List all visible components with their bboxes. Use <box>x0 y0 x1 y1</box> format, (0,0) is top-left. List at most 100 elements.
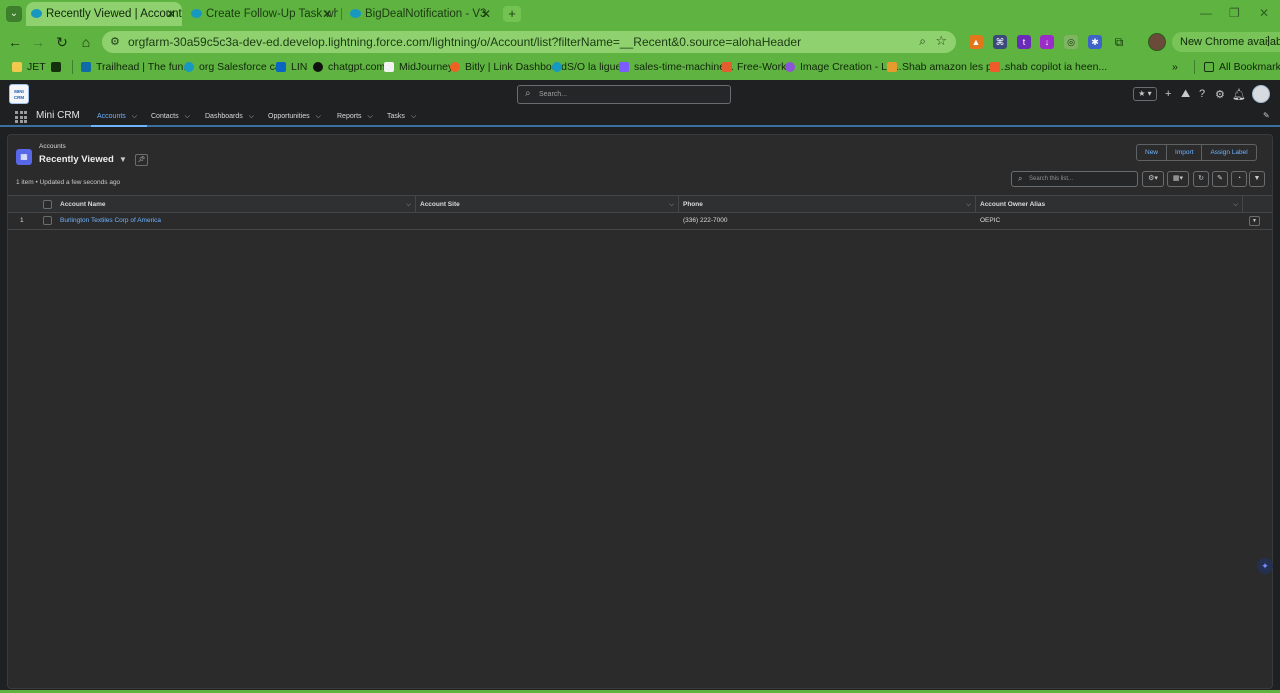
object-breadcrumb[interactable]: Accounts <box>39 143 66 150</box>
bookmark-midjourney[interactable]: MidJourney <box>384 59 453 75</box>
extension-icon[interactable]: ⌘ <box>993 35 1007 49</box>
bookmark-star-icon[interactable]: ☆ <box>935 33 947 49</box>
all-bookmarks[interactable]: All Bookmarks <box>1204 59 1280 75</box>
bookmark-shab-amazon[interactable]: Shab amazon les ph... <box>887 59 1006 75</box>
row-actions-chevron-icon[interactable]: ▼ <box>1249 216 1260 226</box>
url-text[interactable]: orgfarm-30a59c5c3a-dev-ed.develop.lightn… <box>128 31 801 53</box>
profile-avatar[interactable] <box>1148 33 1166 51</box>
new-tab-button[interactable]: + <box>503 6 521 22</box>
tab-big-deal-notification[interactable]: BigDealNotification - V3 ✕ <box>345 2 497 26</box>
more-menu-icon[interactable]: ⋮ <box>1262 33 1275 49</box>
edit-nav-pencil-icon[interactable]: ✎ <box>1263 111 1270 120</box>
bookmark-jet[interactable]: JET <box>12 59 46 75</box>
tab-title: Recently Viewed | Accounts | S <box>46 8 182 20</box>
new-button[interactable]: New <box>1136 144 1168 161</box>
nav-item-label: Reports <box>337 113 362 120</box>
extension-icon[interactable]: ✱ <box>1088 35 1102 49</box>
bookmark-chatgpt[interactable]: chatgpt.com <box>313 59 385 75</box>
extensions-puzzle-icon[interactable]: ⧉ <box>1112 35 1126 49</box>
column-label: Phone <box>683 201 703 208</box>
list-view-picker-chevron-icon[interactable]: ▼ <box>119 155 127 164</box>
bookmark-sales-time-machine[interactable]: sales-time-machine... <box>619 59 734 75</box>
nav-item-accounts[interactable]: Accounts ⌵ <box>91 107 147 127</box>
nav-item-reports[interactable]: Reports ⌵ <box>337 107 373 127</box>
chevron-down-icon[interactable]: ⌵ <box>966 196 971 213</box>
list-settings-gear-icon[interactable]: ⚙▾ <box>1142 171 1164 187</box>
chevron-down-icon[interactable]: ⌵ <box>132 113 137 120</box>
chevron-down-icon[interactable]: ⌵ <box>368 113 373 120</box>
row-checkbox[interactable] <box>43 216 52 225</box>
nav-item-opportunities[interactable]: Opportunities ⌵ <box>268 107 321 127</box>
global-search-input[interactable]: ⌕ Search... <box>517 85 731 104</box>
close-window-icon[interactable]: ✕ <box>1259 6 1269 20</box>
tab-create-follow-up[interactable]: Create Follow-Up Task when Cl ✕ <box>186 2 338 26</box>
chevron-down-icon[interactable]: ⌵ <box>316 113 321 120</box>
column-header-phone[interactable]: Phone ⌵ <box>683 196 976 213</box>
reload-icon[interactable]: ↻ <box>53 33 71 51</box>
extension-icon[interactable]: ◎ <box>1064 35 1078 49</box>
chevron-down-icon[interactable]: ⌵ <box>411 113 416 120</box>
back-icon[interactable]: ← <box>6 33 24 51</box>
select-all-checkbox[interactable] <box>43 200 52 209</box>
salesforce-cloud-icon <box>184 62 194 72</box>
bookmark-lin[interactable]: LIN <box>276 59 307 75</box>
nav-item-contacts[interactable]: Contacts ⌵ <box>151 107 190 127</box>
site-info-icon[interactable]: ⚙ <box>110 35 120 48</box>
favorites-icon[interactable]: ★ ▾ <box>1133 87 1157 101</box>
help-icon[interactable]: ? <box>1199 88 1205 100</box>
extension-icon[interactable]: t <box>1017 35 1031 49</box>
maximize-icon[interactable]: ❐ <box>1229 6 1240 20</box>
chevron-down-icon[interactable]: ⌵ <box>185 113 190 120</box>
bookmark-image-creation[interactable]: Image Creation - Le... <box>785 59 902 75</box>
nav-item-dashboards[interactable]: Dashboards ⌵ <box>205 107 254 127</box>
close-icon[interactable]: ✕ <box>481 2 491 26</box>
chevron-down-icon[interactable]: ⌵ <box>1233 196 1238 213</box>
bookmark-so-la-ligue[interactable]: S/O la ligue <box>552 59 621 75</box>
tab-search-icon[interactable]: ⌄ <box>6 6 22 22</box>
home-icon[interactable]: ⌂ <box>77 33 95 51</box>
list-view-title[interactable]: Recently Viewed <box>39 154 114 165</box>
download-extension-icon[interactable]: ↓ <box>1040 35 1054 49</box>
user-avatar[interactable] <box>1252 85 1270 103</box>
account-name-link[interactable]: Burlington Textiles Corp of America <box>60 213 161 229</box>
agent-sparkle-icon[interactable]: ✦ <box>1257 558 1273 574</box>
column-header-account-site[interactable]: Account Site ⌵ <box>420 196 679 213</box>
chevron-down-icon[interactable]: ⌵ <box>406 196 411 213</box>
bookmark-trailhead[interactable]: Trailhead | The fun... <box>81 59 192 75</box>
bookmark-free-work[interactable]: Free-Work <box>722 59 786 75</box>
bookmark-bitly[interactable]: Bitly | Link Dashboard <box>450 59 567 75</box>
nav-item-tasks[interactable]: Tasks ⌵ <box>387 107 416 127</box>
import-button[interactable]: Import <box>1167 144 1203 161</box>
app-logo[interactable]: MINI CRM <box>9 84 29 104</box>
close-icon[interactable]: ✕ <box>166 2 176 26</box>
address-bar[interactable]: ⚙ orgfarm-30a59c5c3a-dev-ed.develop.ligh… <box>102 31 956 53</box>
tab-recently-viewed[interactable]: Recently Viewed | Accounts | S ✕ <box>26 2 182 26</box>
metamask-icon[interactable]: ▲ <box>969 35 983 49</box>
assign-label-button[interactable]: Assign Label <box>1202 144 1257 161</box>
bookmark-apps[interactable] <box>51 59 62 75</box>
minimize-icon[interactable]: — <box>1200 6 1212 20</box>
edit-list-pencil-icon[interactable]: ✎ <box>1212 171 1228 187</box>
app-launcher-icon[interactable] <box>15 111 27 123</box>
pin-list-icon[interactable]: 📌︎ <box>135 154 148 166</box>
global-actions-icon[interactable]: + <box>1165 88 1171 100</box>
trailhead-guidance-icon[interactable]: ⛰ <box>1181 88 1190 101</box>
filter-icon[interactable]: ▼ <box>1249 171 1265 187</box>
chevron-down-icon[interactable]: ⌵ <box>249 113 254 120</box>
list-search-input[interactable]: ⌕ Search this list... <box>1011 171 1138 187</box>
apps-grid-icon <box>51 62 61 72</box>
display-as-table-icon[interactable]: ▦▾ <box>1167 171 1189 187</box>
refresh-icon[interactable]: ↻ <box>1193 171 1209 187</box>
bookmark-org-salesforce[interactable]: org Salesforce cali <box>184 59 285 75</box>
chevron-down-icon[interactable]: ⌵ <box>669 196 674 213</box>
column-header-account-owner-alias[interactable]: Account Owner Alias ⌵ <box>980 196 1243 213</box>
zoom-icon[interactable]: ⌕ <box>919 34 926 49</box>
close-icon[interactable]: ✕ <box>322 2 332 26</box>
bookmark-shab-copilot[interactable]: shab copilot ia heen... <box>990 59 1107 75</box>
forward-icon[interactable]: → <box>29 33 47 51</box>
charts-icon[interactable]: ◔ <box>1231 171 1247 187</box>
column-header-account-name[interactable]: Account Name ⌵ <box>60 196 416 213</box>
setup-gear-icon[interactable]: ⚙ <box>1215 88 1225 101</box>
more-bookmarks-icon[interactable]: » <box>1172 59 1178 75</box>
notifications-bell-icon[interactable]: 🔔︎ <box>1232 88 1246 101</box>
